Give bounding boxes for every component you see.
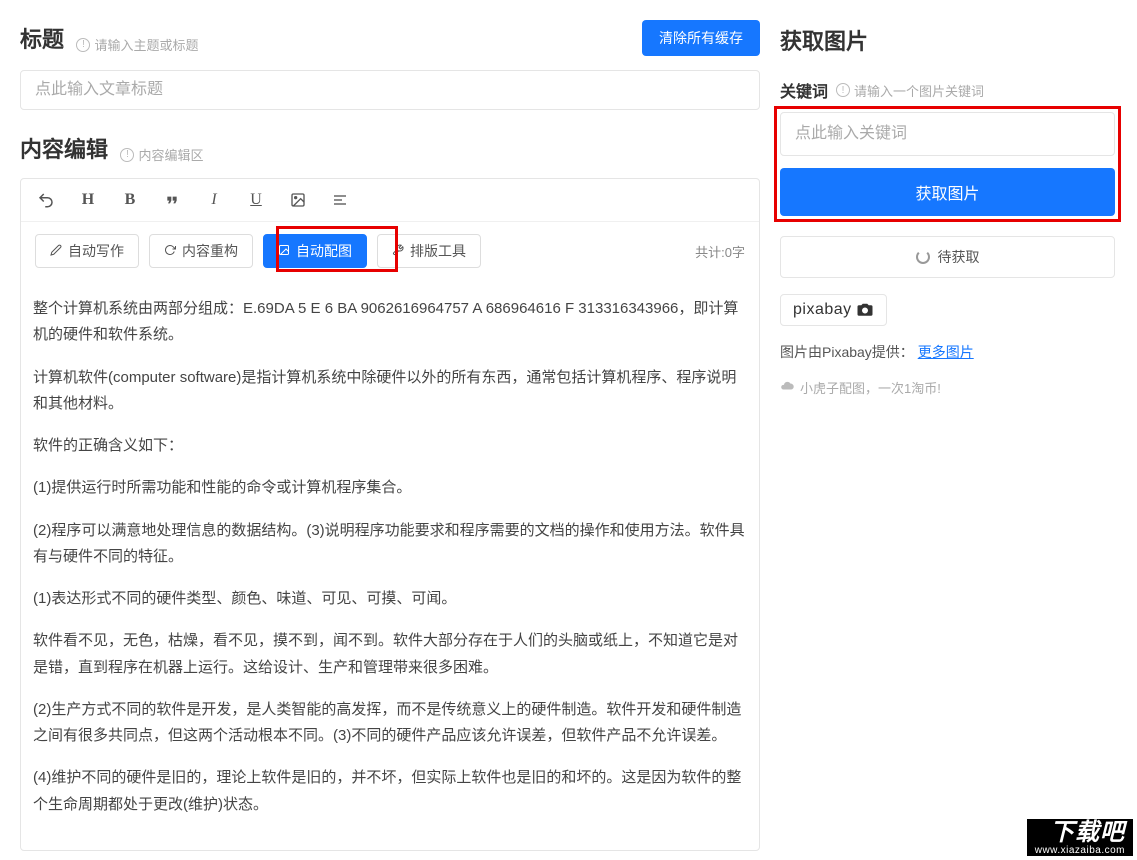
watermark-text: 下载吧 — [1035, 821, 1125, 845]
editor-container: H B I U 自动写作 — [20, 178, 760, 851]
keyword-label-row: 关键词 ! 请输入一个图片关键词 — [780, 78, 1115, 102]
keyword-input[interactable] — [780, 112, 1115, 156]
info-icon: ! — [76, 38, 90, 52]
fetch-image-button[interactable]: 获取图片 — [780, 168, 1115, 216]
pending-button[interactable]: 待获取 — [780, 236, 1115, 278]
auto-image-button[interactable]: 自动配图 — [263, 234, 367, 268]
formatting-toolbar: H B I U — [21, 179, 759, 222]
tip-row: 小虎子配图，一次1淘币! — [780, 378, 1115, 397]
layout-tool-button[interactable]: 排版工具 — [377, 234, 481, 268]
article-title-input[interactable] — [20, 70, 760, 110]
title-hint: ! 请输入主题或标题 — [76, 35, 198, 54]
content-edit-hint: ! 内容编辑区 — [120, 145, 203, 164]
title-label: 标题 — [20, 27, 64, 52]
pixabay-logo: pixabay — [780, 294, 887, 326]
content-paragraph: (1)提供运行时所需功能和性能的命令或计算机程序集合。 — [29, 475, 751, 501]
content-paragraph: (2)生产方式不同的软件是开发，是人类智能的高发挥，而不是传统意义上的硬件制造。… — [29, 697, 751, 750]
heading-icon[interactable]: H — [77, 189, 99, 211]
camera-icon — [856, 302, 874, 319]
content-section-header: 内容编辑 ! 内容编辑区 — [20, 132, 760, 164]
tool-icon — [392, 244, 404, 259]
pencil-icon — [50, 244, 62, 259]
quote-icon[interactable] — [161, 189, 183, 211]
auto-write-button[interactable]: 自动写作 — [35, 234, 139, 268]
title-section-header: 标题 ! 请输入主题或标题 清除所有缓存 — [20, 20, 760, 56]
content-paragraph: 软件的正确含义如下： — [29, 433, 751, 459]
watermark: 下载吧 www.xiazaiba.com — [1027, 819, 1133, 856]
align-icon[interactable] — [329, 189, 351, 211]
keyword-hint: ! 请输入一个图片关键词 — [836, 81, 984, 100]
underline-icon[interactable]: U — [245, 189, 267, 211]
main-editor-panel: 标题 ! 请输入主题或标题 清除所有缓存 内容编辑 ! 内容编辑区 — [20, 20, 760, 851]
content-edit-label: 内容编辑 — [20, 137, 108, 162]
image-fetch-panel: 获取图片 关键词 ! 请输入一个图片关键词 获取图片 待获取 pixabay 图… — [780, 20, 1115, 851]
image-match-icon — [278, 244, 290, 259]
editor-content-area[interactable]: 整个计算机系统由两部分组成：E.69DA 5 E 6 BA 9062616964… — [21, 280, 759, 850]
italic-icon[interactable]: I — [203, 189, 225, 211]
keyword-label: 关键词 — [780, 78, 828, 102]
content-paragraph: (4)维护不同的硬件是旧的，理论上软件是旧的，并不坏，但实际上软件也是旧的和坏的… — [29, 765, 751, 818]
refresh-icon — [164, 244, 176, 259]
image-icon[interactable] — [287, 189, 309, 211]
more-images-link[interactable]: 更多图片 — [918, 344, 974, 360]
content-paragraph: 整个计算机系统由两部分组成：E.69DA 5 E 6 BA 9062616964… — [29, 296, 751, 349]
content-paragraph: (2)程序可以满意地处理信息的数据结构。(3)说明程序功能要求和程序需要的文档的… — [29, 518, 751, 571]
content-paragraph: (1)表达形式不同的硬件类型、颜色、味道、可见、可摸、可闻。 — [29, 586, 751, 612]
cloud-icon — [780, 379, 794, 396]
keyword-box: 获取图片 — [780, 112, 1115, 216]
watermark-url: www.xiazaiba.com — [1035, 845, 1125, 856]
spinner-icon — [916, 250, 930, 264]
action-button-row: 自动写作 内容重构 自动配图 — [21, 222, 759, 280]
content-paragraph: 软件看不见，无色，枯燥，看不见，摸不到，闻不到。软件大部分存在于人们的头脑或纸上… — [29, 628, 751, 681]
word-count: 共计:0字 — [695, 242, 745, 261]
info-icon: ! — [120, 148, 134, 162]
clear-cache-button[interactable]: 清除所有缓存 — [642, 20, 760, 56]
bold-icon[interactable]: B — [119, 189, 141, 211]
fetch-image-title: 获取图片 — [780, 24, 1115, 56]
undo-icon[interactable] — [35, 189, 57, 211]
content-paragraph: 计算机软件(computer software)是指计算机系统中除硬件以外的所有… — [29, 365, 751, 418]
info-icon: ! — [836, 83, 850, 97]
restructure-button[interactable]: 内容重构 — [149, 234, 253, 268]
credit-row: 图片由Pixabay提供： 更多图片 — [780, 342, 1115, 362]
